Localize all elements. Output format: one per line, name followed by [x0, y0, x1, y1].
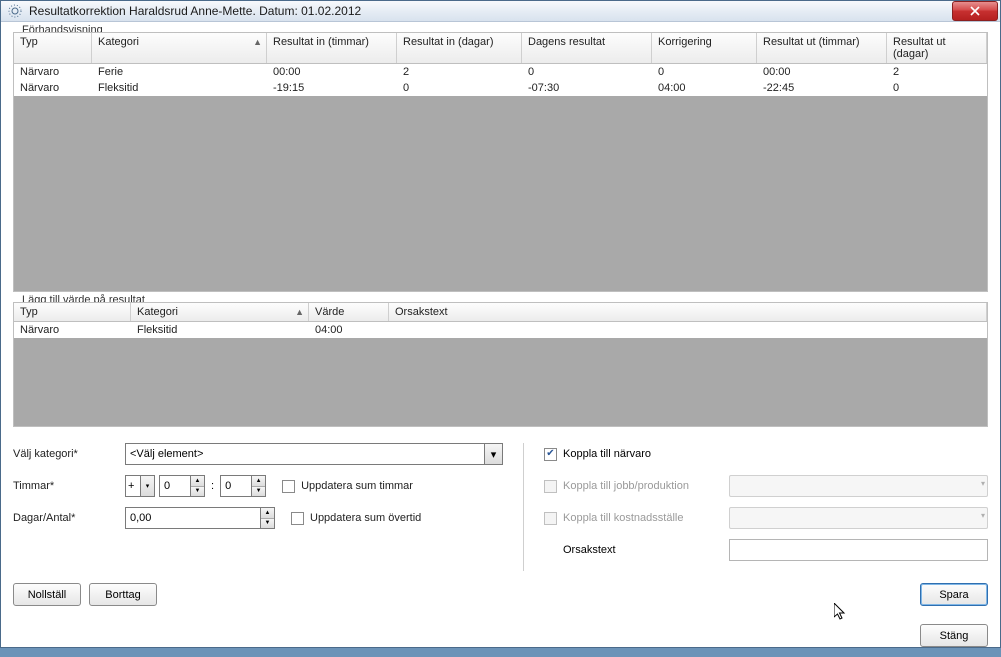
col-result-out-days[interactable]: Resultat ut (dagar) [887, 33, 987, 63]
dialog-footer: Stäng [1, 618, 1000, 657]
dialog-content: Förhandsvisning Typ Kategori▲ Resultat i… [1, 22, 1000, 618]
link-job-label: Koppla till jobb/produktion [563, 480, 729, 492]
category-label: Välj kategori* [13, 448, 125, 460]
dialog-window: Resultatkorrektion Haraldsrud Anne-Mette… [0, 0, 1001, 648]
days-label: Dagar/Antal* [13, 512, 125, 524]
col-day-result[interactable]: Dagens resultat [522, 33, 652, 63]
close-button[interactable] [952, 1, 998, 21]
link-cost-label: Koppla till kostnadsställe [563, 512, 729, 524]
col-category[interactable]: Kategori▲ [131, 303, 309, 321]
preview-section: Typ Kategori▲ Resultat in (timmar) Resul… [13, 32, 988, 292]
close-dialog-button[interactable]: Stäng [920, 624, 988, 647]
sign-select[interactable]: + ▾ [125, 475, 155, 497]
table-row[interactable]: Närvaro Ferie 00:00 2 0 0 00:00 2 [14, 64, 987, 80]
days-input[interactable]: 0,00 ▲▼ [125, 507, 275, 529]
table-row[interactable]: Närvaro Fleksitid 04:00 [14, 322, 987, 338]
form-right: Koppla till närvaro Koppla till jobb/pro… [523, 443, 988, 571]
spin-down-icon[interactable]: ▼ [261, 519, 274, 529]
table-row[interactable]: Närvaro Fleksitid -19:15 0 -07:30 04:00 … [14, 80, 987, 96]
hours-input[interactable]: 0 ▲▼ [159, 475, 205, 497]
link-cost-checkbox [544, 512, 557, 525]
col-result-in-days[interactable]: Resultat in (dagar) [397, 33, 522, 63]
delete-button[interactable]: Borttag [89, 583, 157, 606]
col-result-out-hours[interactable]: Resultat ut (timmar) [757, 33, 887, 63]
col-reason[interactable]: Orsakstext [389, 303, 987, 321]
chevron-down-icon: ▾ [981, 511, 985, 520]
chevron-down-icon: ▾ [484, 444, 502, 464]
update-sum-hours-label: Uppdatera sum timmar [301, 480, 413, 492]
preview-table-body: Närvaro Ferie 00:00 2 0 0 00:00 2 Närvar… [14, 64, 987, 96]
button-bar: Nollställ Borttag Spara [13, 571, 988, 606]
col-type[interactable]: Typ [14, 303, 131, 321]
col-correction[interactable]: Korrigering [652, 33, 757, 63]
form-left: Välj kategori* <Välj element> ▾ Timmar* … [13, 443, 503, 571]
minutes-input[interactable]: 0 ▲▼ [220, 475, 266, 497]
save-button[interactable]: Spara [920, 583, 988, 606]
update-sum-overtime-checkbox[interactable] [291, 512, 304, 525]
add-value-table-header: Typ Kategori▲ Värde Orsakstext [14, 303, 987, 322]
add-value-section: Typ Kategori▲ Värde Orsakstext Närvaro F… [13, 302, 988, 427]
link-job-select: ▾ [729, 475, 988, 497]
col-result-in-hours[interactable]: Resultat in (timmar) [267, 33, 397, 63]
sort-asc-icon: ▲ [295, 307, 304, 317]
col-value[interactable]: Värde [309, 303, 389, 321]
reason-input[interactable] [729, 539, 988, 561]
update-sum-hours-checkbox[interactable] [282, 480, 295, 493]
window-title: Resultatkorrektion Haraldsrud Anne-Mette… [29, 4, 952, 18]
form-area: Välj kategori* <Välj element> ▾ Timmar* … [13, 443, 988, 571]
link-cost-select: ▾ [729, 507, 988, 529]
category-select[interactable]: <Välj element> ▾ [125, 443, 503, 465]
link-presence-checkbox[interactable] [544, 448, 557, 461]
col-category[interactable]: Kategori▲ [92, 33, 267, 63]
spin-down-icon[interactable]: ▼ [252, 487, 265, 497]
link-presence-label: Koppla till närvaro [563, 448, 651, 460]
reset-button[interactable]: Nollställ [13, 583, 81, 606]
chevron-down-icon: ▾ [981, 479, 985, 488]
preview-table-header: Typ Kategori▲ Resultat in (timmar) Resul… [14, 33, 987, 64]
sort-asc-icon: ▲ [253, 37, 262, 47]
time-separator: : [209, 480, 216, 492]
link-job-checkbox [544, 480, 557, 493]
spin-up-icon[interactable]: ▲ [261, 508, 274, 519]
close-icon [970, 6, 980, 16]
titlebar: Resultatkorrektion Haraldsrud Anne-Mette… [1, 1, 1000, 22]
spin-down-icon[interactable]: ▼ [191, 487, 204, 497]
hours-label: Timmar* [13, 480, 125, 492]
add-value-table-body: Närvaro Fleksitid 04:00 [14, 322, 987, 338]
update-sum-overtime-label: Uppdatera sum övertid [310, 512, 421, 524]
spin-up-icon[interactable]: ▲ [191, 476, 204, 487]
chevron-down-icon: ▾ [140, 476, 154, 496]
app-icon [7, 3, 23, 19]
spin-up-icon[interactable]: ▲ [252, 476, 265, 487]
reason-label: Orsakstext [563, 544, 729, 556]
col-type[interactable]: Typ [14, 33, 92, 63]
